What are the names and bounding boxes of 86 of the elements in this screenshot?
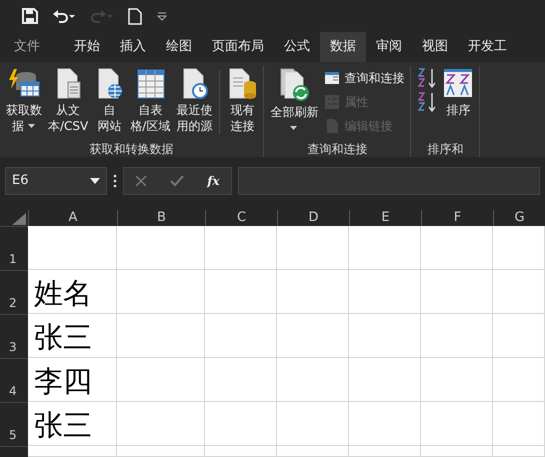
enter-check-icon [170, 175, 184, 187]
ribbon-tab[interactable]: 页面布局 [202, 32, 274, 62]
queries-connections-button[interactable]: 查询和连接 [322, 66, 406, 90]
name-box[interactable]: E6 [5, 167, 107, 195]
sheet-cell[interactable] [349, 446, 421, 457]
sheet-cell[interactable] [277, 446, 349, 457]
table-icon [135, 68, 166, 100]
sheet-cell[interactable] [277, 270, 349, 314]
sheet-cell[interactable] [28, 226, 117, 270]
sort-ascending-icon [417, 67, 438, 89]
cancel-icon [135, 175, 148, 187]
sheet-cell[interactable] [349, 226, 421, 270]
sheet-cell[interactable] [117, 226, 205, 270]
link-document-icon [324, 118, 340, 134]
query-pane-icon [324, 71, 340, 85]
caret-icon [28, 122, 36, 129]
sheet-cell[interactable] [493, 314, 545, 358]
ribbon-tab[interactable]: 开发工 [458, 32, 517, 62]
sheet-cell[interactable] [493, 402, 545, 446]
file-menu-tab[interactable]: 文件 [4, 32, 50, 62]
sheet-cell[interactable] [205, 446, 277, 457]
existing-connections-button[interactable]: 现有 连接 [225, 66, 260, 140]
caret-icon [156, 10, 168, 22]
redo-icon [90, 8, 114, 24]
sheet-cell[interactable] [493, 446, 545, 457]
sheet-cell[interactable] [205, 402, 277, 446]
select-all-triangle-icon [12, 213, 26, 225]
caret-icon [290, 124, 298, 131]
dropdown-arrow-icon [90, 178, 100, 184]
ribbon-tab[interactable]: 审阅 [366, 32, 412, 62]
sheet-cell[interactable] [421, 314, 493, 358]
sheet-cell[interactable] [421, 402, 493, 446]
ribbon-group-label: 获取和转换数据 [88, 141, 175, 157]
ribbon-tab[interactable]: 数据 [320, 32, 366, 62]
insert-function-button[interactable]: fx [207, 172, 220, 190]
sheet-cell[interactable] [277, 358, 349, 402]
ribbon-tab[interactable]: 插入 [110, 32, 156, 62]
sort-button[interactable]: 排序 [441, 66, 476, 140]
ribbon-tab[interactable]: 开始 [64, 32, 110, 62]
sheet-cell[interactable] [493, 270, 545, 314]
ribbon-group-label: 排序和 [426, 141, 464, 157]
sheet-cell[interactable] [421, 358, 493, 402]
sort-grid-icon [443, 68, 474, 100]
sheet-cell[interactable] [117, 446, 205, 457]
from-text-csv-button[interactable]: 从文 本/CSV [46, 66, 90, 140]
ribbon-group-label: 查询和连接 [306, 141, 368, 157]
database-document-icon [227, 68, 258, 100]
sheet-cell[interactable] [117, 270, 205, 314]
undo-icon [52, 8, 76, 24]
sheet-cell[interactable] [349, 270, 421, 314]
save-icon [22, 8, 38, 24]
sheet-cell[interactable] [277, 402, 349, 446]
sheet-cell[interactable] [205, 226, 277, 270]
sheet-cell[interactable]: 姓名 [28, 270, 117, 314]
sheet-cell[interactable] [349, 314, 421, 358]
properties-icon [324, 94, 340, 110]
sheet-cell[interactable]: 张三 [28, 314, 117, 358]
from-table-range-button[interactable]: 自表 格/区域 [128, 66, 172, 140]
refresh-all-button[interactable]: 全部刷新 [268, 66, 320, 140]
sheet-cell[interactable] [349, 358, 421, 402]
from-web-button[interactable]: 自 网站 [92, 66, 126, 140]
sheet-cell[interactable]: 李四 [28, 358, 117, 402]
sheet-cell[interactable] [205, 314, 277, 358]
ribbon-tab[interactable]: 公式 [274, 32, 320, 62]
get-data-button[interactable]: 获取数 据 [4, 66, 44, 140]
recent-sources-button[interactable]: 最近使 用的源 [174, 66, 214, 140]
sheet-cell[interactable] [205, 358, 277, 402]
sheet-cell[interactable] [28, 446, 117, 457]
ribbon-tab[interactable]: 视图 [412, 32, 458, 62]
sheet-cell[interactable] [117, 402, 205, 446]
formula-input-field[interactable] [238, 167, 540, 195]
sheet-cell[interactable] [277, 314, 349, 358]
sheet-cell[interactable] [349, 402, 421, 446]
ribbon-tab[interactable]: 绘图 [156, 32, 202, 62]
document-icon [128, 8, 142, 24]
sheet-cell[interactable] [421, 446, 493, 457]
sheet-cell[interactable] [421, 226, 493, 270]
sheet-cell[interactable]: 张三 [28, 402, 117, 446]
sheet-cell[interactable] [493, 358, 545, 402]
sheet-cell[interactable] [117, 314, 205, 358]
sheet-cell[interactable] [493, 226, 545, 270]
sheet-cell[interactable] [117, 358, 205, 402]
sheet-cell[interactable] [277, 226, 349, 270]
sheet-cell[interactable] [421, 270, 493, 314]
sort-descending-icon [417, 91, 438, 113]
sheet-cell[interactable] [205, 270, 277, 314]
